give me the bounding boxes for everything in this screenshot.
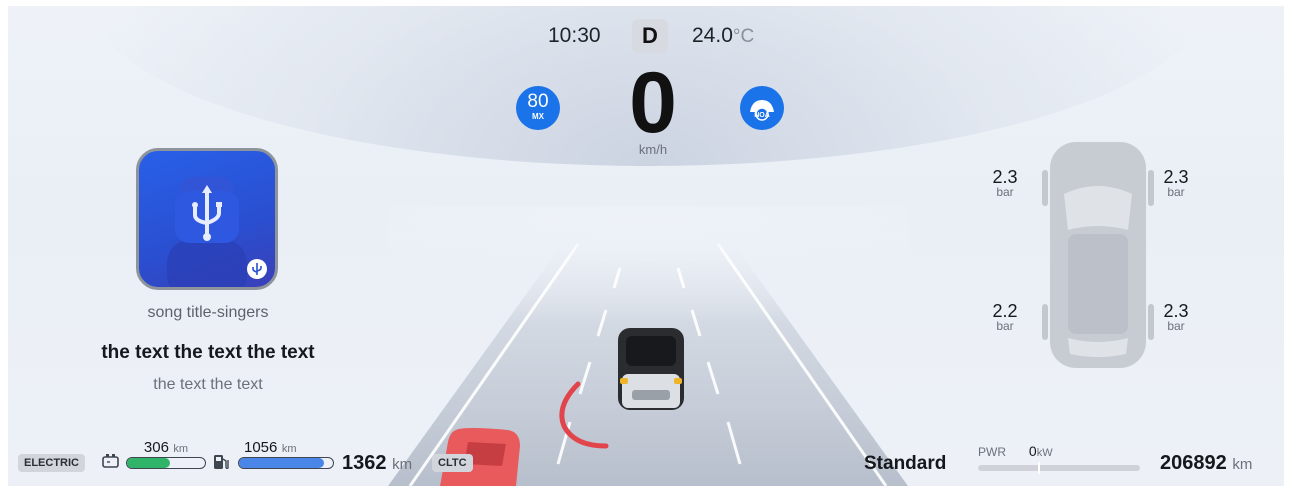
noa-icon[interactable]: NOA [740,86,784,130]
tire-front-right-pressure: 2.3 [1163,167,1189,187]
range-standard-tag: CLTC [432,454,473,472]
lyric-secondary: the text the text [153,376,263,393]
odometer: 206892 km [1160,452,1252,475]
ego-vehicle [618,328,684,410]
song-title: song title-singers [147,304,269,321]
total-range-unit: km [392,456,413,473]
tire-front-left-unit: bar [996,185,1014,199]
power-bar-zero-mark [1038,462,1040,474]
tire-rear-right-unit: bar [1167,319,1185,333]
gear-indicator: D [632,19,668,53]
battery-bar-fill [127,458,170,468]
tire-front-right: 2.3 bar [1146,168,1206,199]
tire-rear-left-unit: bar [996,319,1014,333]
noa-label: NOA [754,112,770,119]
drive-type-tag: ELECTRIC [18,454,85,472]
status-bar: 10:30 D 24.0°C [548,18,788,54]
outside-temperature: 24.0°C [692,24,754,48]
tire-rear-left: 2.2 bar [975,302,1035,333]
speed-limit-badge: 80 MX [516,86,560,130]
tire-front-right-unit: bar [1167,185,1185,199]
fuel-range-unit: km [281,443,297,455]
battery-range: 306 km [126,440,206,469]
tire-rear-right: 2.3 bar [1146,302,1206,333]
power-label: PWR [978,445,1006,459]
speed-limit-sub: MX [532,112,544,121]
speed-limit-value: 80 [527,91,549,112]
power-unit: kW [1036,447,1053,459]
tire-front-left: 2.3 bar [975,168,1035,199]
power-value: 0 [1028,443,1037,459]
power-bar [978,462,1140,474]
media-cover[interactable] [136,148,278,290]
speed-unit: km/h [638,142,668,157]
tire-rear-left-pressure: 2.2 [992,301,1018,321]
fuel-range-value: 1056 [244,439,278,456]
fuel-bar-fill [239,458,324,468]
battery-bar [126,457,206,469]
lyric-primary: the text the text the text [101,342,315,363]
temperature-unit: °C [732,26,755,47]
instrument-cluster: 10:30 D 24.0°C 80 MX 0 km/h NOA song tit… [8,6,1284,486]
speed-value: 0 [629,55,677,151]
tire-rear-right-pressure: 2.3 [1163,301,1189,321]
total-range: 1362 km [342,452,412,475]
tire-front-left-pressure: 2.3 [992,167,1018,187]
power-meter: PWR 0kW [978,443,1140,474]
fuel-range: 1056 km [238,440,334,469]
clock: 10:30 [548,24,601,47]
total-range-value: 1362 [342,452,387,474]
battery-icon [102,454,119,468]
fuel-icon [214,455,229,470]
battery-range-value: 306 [143,439,169,456]
temperature-value: 24.0 [692,24,733,47]
drive-mode: Standard [864,453,947,474]
fuel-bar [238,457,334,469]
odometer-value: 206892 [1160,452,1227,474]
odometer-unit: km [1232,456,1253,473]
battery-range-unit: km [173,443,189,455]
